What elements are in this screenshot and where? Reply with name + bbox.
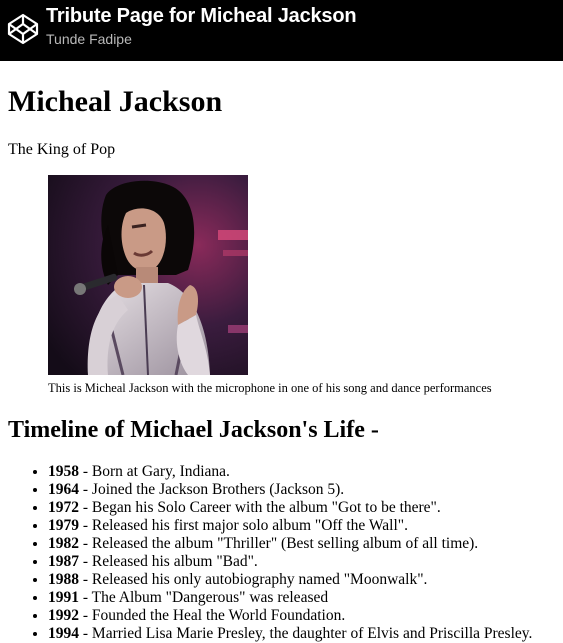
- timeline-text: - Released his only autobiography named …: [79, 571, 428, 588]
- timeline-item: 1972 - Began his Solo Career with the al…: [48, 499, 532, 517]
- timeline-text: - Founded the Heal the World Foundation.: [79, 607, 346, 624]
- timeline-year: 1958: [48, 463, 79, 480]
- tribute-image: [48, 175, 248, 375]
- timeline-text: - Released his first major solo album "O…: [79, 517, 408, 534]
- image-caption: This is Micheal Jackson with the microph…: [48, 381, 492, 395]
- timeline-text: - Married Lisa Marie Presley, the daught…: [79, 625, 533, 642]
- timeline-year: 1979: [48, 517, 79, 534]
- timeline-heading: Timeline of Michael Jackson's Life -: [8, 417, 379, 443]
- timeline-item: 1979 - Released his first major solo alb…: [48, 517, 532, 535]
- timeline-year: 1991: [48, 589, 79, 606]
- timeline-text: - Began his Solo Career with the album "…: [79, 499, 441, 516]
- performer-photo: [48, 175, 248, 375]
- timeline-item: 1992 - Founded the Heal the World Founda…: [48, 607, 532, 625]
- tagline: The King of Pop: [8, 141, 116, 158]
- pen-author-link[interactable]: Tunde Fadipe: [46, 31, 132, 47]
- page-title: Micheal Jackson: [8, 85, 223, 118]
- timeline-item: 1994 - Married Lisa Marie Presley, the d…: [48, 625, 532, 643]
- timeline-year: 1972: [48, 499, 79, 516]
- timeline-item: 1982 - Released the album "Thriller" (Be…: [48, 535, 532, 553]
- timeline-item: 1991 - The Album "Dangerous" was release…: [48, 589, 532, 607]
- timeline-year: 1988: [48, 571, 79, 588]
- timeline-text: - Released his album "Bad".: [79, 553, 258, 570]
- timeline-year: 1964: [48, 481, 79, 498]
- pen-title[interactable]: Tribute Page for Micheal Jackson: [46, 5, 357, 28]
- timeline-text: - Joined the Jackson Brothers (Jackson 5…: [79, 481, 345, 498]
- timeline-year: 1982: [48, 535, 79, 552]
- codepen-header-bar: Tribute Page for Micheal Jackson Tunde F…: [0, 0, 563, 61]
- timeline-text: - The Album "Dangerous" was released: [79, 589, 329, 606]
- timeline-item: 1958 - Born at Gary, Indiana.: [48, 463, 532, 481]
- timeline-text: - Born at Gary, Indiana.: [79, 463, 230, 480]
- timeline-list: 1958 - Born at Gary, Indiana. 1964 - Joi…: [8, 463, 532, 643]
- timeline-item: 1988 - Released his only autobiography n…: [48, 571, 532, 589]
- codepen-logo-icon[interactable]: [7, 13, 39, 45]
- timeline-item: 1964 - Joined the Jackson Brothers (Jack…: [48, 481, 532, 499]
- timeline-year: 1992: [48, 607, 79, 624]
- timeline-text: - Released the album "Thriller" (Best se…: [79, 535, 479, 552]
- timeline-year: 1987: [48, 553, 79, 570]
- timeline-year: 1994: [48, 625, 79, 642]
- timeline-item: 1987 - Released his album "Bad".: [48, 553, 532, 571]
